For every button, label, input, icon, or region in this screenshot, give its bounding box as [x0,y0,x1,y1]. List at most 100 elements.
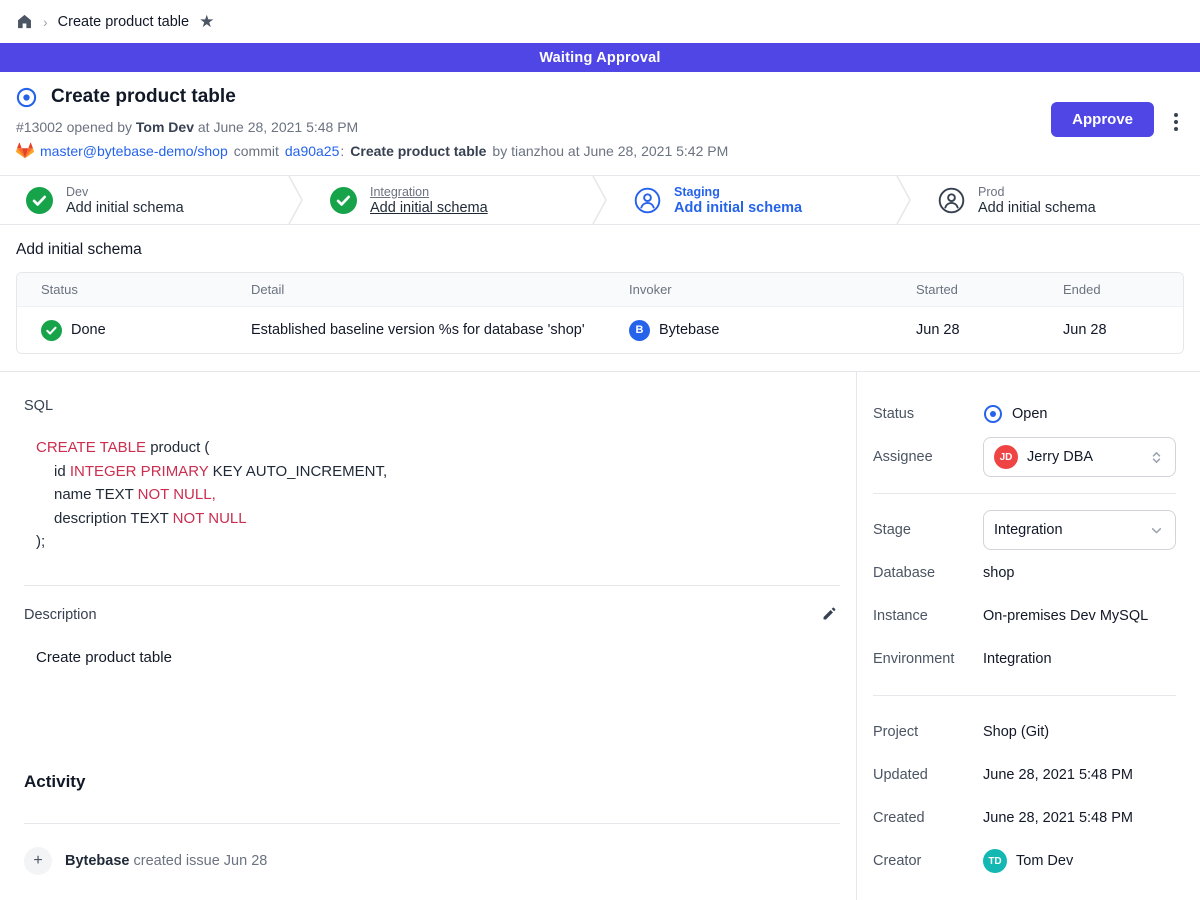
home-icon[interactable] [16,13,33,30]
commit-line: master@bytebase-demo/shop commit da90a25… [16,142,1184,159]
creator-row: Creator TD Tom Dev [873,841,1176,881]
updated-value: June 28, 2021 5:48 PM [983,767,1176,783]
divider [24,823,840,824]
task-section: Add initial schema Status Detail Invoker… [0,225,1200,354]
col-status: Status [17,282,227,297]
task-started-text: Jun 28 [892,322,1039,338]
task-ended-text: Jun 28 [1039,322,1183,338]
activity-author: Bytebase [65,853,129,869]
stage-separator [896,176,912,224]
favorite-star-icon[interactable]: ★ [199,13,214,30]
stage-row: Stage Integration [873,510,1176,550]
assignee-avatar: JD [994,445,1018,469]
issue-meta: #13002 opened by Tom Dev at June 28, 202… [16,119,1184,135]
selector-icon [1148,449,1165,466]
project-row: Project Shop (Git) [873,712,1176,752]
status-row: Status Open [873,394,1176,434]
issue-author: Tom Dev [136,119,194,135]
col-ended: Ended [1039,282,1183,297]
stage-task-label: Add initial schema [978,200,1096,216]
stage-env-label: Staging [674,185,802,199]
col-detail: Detail [227,282,605,297]
commit-hash-link[interactable]: da90a25 [285,143,340,159]
database-label: Database [873,565,983,581]
creator-avatar: TD [983,849,1007,873]
activity-create-icon: + [24,847,52,875]
breadcrumb: › Create product table ★ [0,0,1200,43]
stage-task-label: Add initial schema [370,200,488,216]
stage-dev[interactable]: Dev Add initial schema [0,176,288,224]
stage-env-label: Prod [978,185,1096,199]
invoker-avatar: B [629,320,650,341]
stage-pending-approval-icon [634,187,661,214]
task-done-icon [41,320,62,341]
created-value: June 28, 2021 5:48 PM [983,810,1176,826]
assignee-select[interactable]: JD Jerry DBA [983,437,1176,477]
stage-separator [288,176,304,224]
creator-value: Tom Dev [1016,853,1073,869]
stage-task-label: Add initial schema [674,200,802,216]
divider [873,695,1176,696]
approval-banner: Waiting Approval [0,43,1200,72]
more-options-button[interactable] [1170,109,1182,135]
updated-row: Updated June 28, 2021 5:48 PM [873,755,1176,795]
stage-integration[interactable]: Integration Add initial schema [304,176,592,224]
task-invoker-text: Bytebase [659,322,719,338]
status-open-icon [983,404,1003,424]
task-table-row[interactable]: Done Established baseline version %s for… [17,307,1183,353]
issue-sidebar: Status Open Assignee JD Jerry DBA Stage [857,372,1200,900]
database-value: shop [983,565,1176,581]
sql-section-label: SQL [24,398,840,414]
created-row: Created June 28, 2021 5:48 PM [873,798,1176,838]
sql-code[interactable]: CREATE TABLE product (id INTEGER PRIMARY… [36,436,840,554]
edit-description-button[interactable] [819,603,840,627]
commit-message: Create product table [350,143,486,159]
assignee-row: Assignee JD Jerry DBA [873,437,1176,477]
environment-row: Environment Integration [873,639,1176,679]
stage-prod[interactable]: Prod Add initial schema [912,176,1200,224]
stage-pending-approval-icon [938,187,965,214]
issue-detail-panel: SQL CREATE TABLE product (id INTEGER PRI… [0,372,857,900]
stage-task-label: Add initial schema [66,200,184,216]
project-value[interactable]: Shop (Git) [983,724,1176,740]
task-status-text: Done [71,322,106,338]
activity-action: created issue Jun 28 [134,853,268,869]
status-value: Open [1012,406,1047,422]
chevron-down-icon [1148,522,1165,539]
project-label: Project [873,724,983,740]
activity-item: + Bytebase created issue Jun 28 [24,847,840,875]
stage-select[interactable]: Integration [983,510,1176,550]
database-row: Database shop [873,553,1176,593]
pipeline-stages: Dev Add initial schema Integration Add i… [0,175,1200,225]
breadcrumb-page-title[interactable]: Create product table [58,14,189,30]
stage-env-label: Dev [66,185,184,199]
stage-value: Integration [994,522,1139,538]
col-started: Started [892,282,1039,297]
instance-label: Instance [873,608,983,624]
stage-staging[interactable]: Staging Add initial schema [608,176,896,224]
stage-separator [592,176,608,224]
assignee-label: Assignee [873,449,983,465]
issue-header: Create product table #13002 opened by To… [0,72,1200,159]
environment-label: Environment [873,651,983,667]
stage-env-label: Integration [370,185,488,199]
gitlab-icon [16,142,34,159]
issue-title: Create product table [51,86,236,108]
stage-done-icon [330,187,357,214]
col-invoker: Invoker [605,282,892,297]
branch-repo-link[interactable]: master@bytebase-demo/shop [40,143,228,159]
status-label: Status [873,406,983,422]
divider [24,585,840,586]
task-section-title: Add initial schema [16,241,1184,259]
assignee-value: Jerry DBA [1027,449,1139,465]
issue-open-status-icon [16,87,37,108]
approve-button[interactable]: Approve [1051,102,1154,137]
updated-label: Updated [873,767,983,783]
environment-value: Integration [983,651,1176,667]
breadcrumb-separator-icon: › [43,14,48,30]
created-label: Created [873,810,983,826]
creator-label: Creator [873,853,983,869]
instance-value: On-premises Dev MySQL [983,608,1176,624]
description-label: Description [24,607,97,623]
description-content[interactable]: Create product table [36,649,840,666]
